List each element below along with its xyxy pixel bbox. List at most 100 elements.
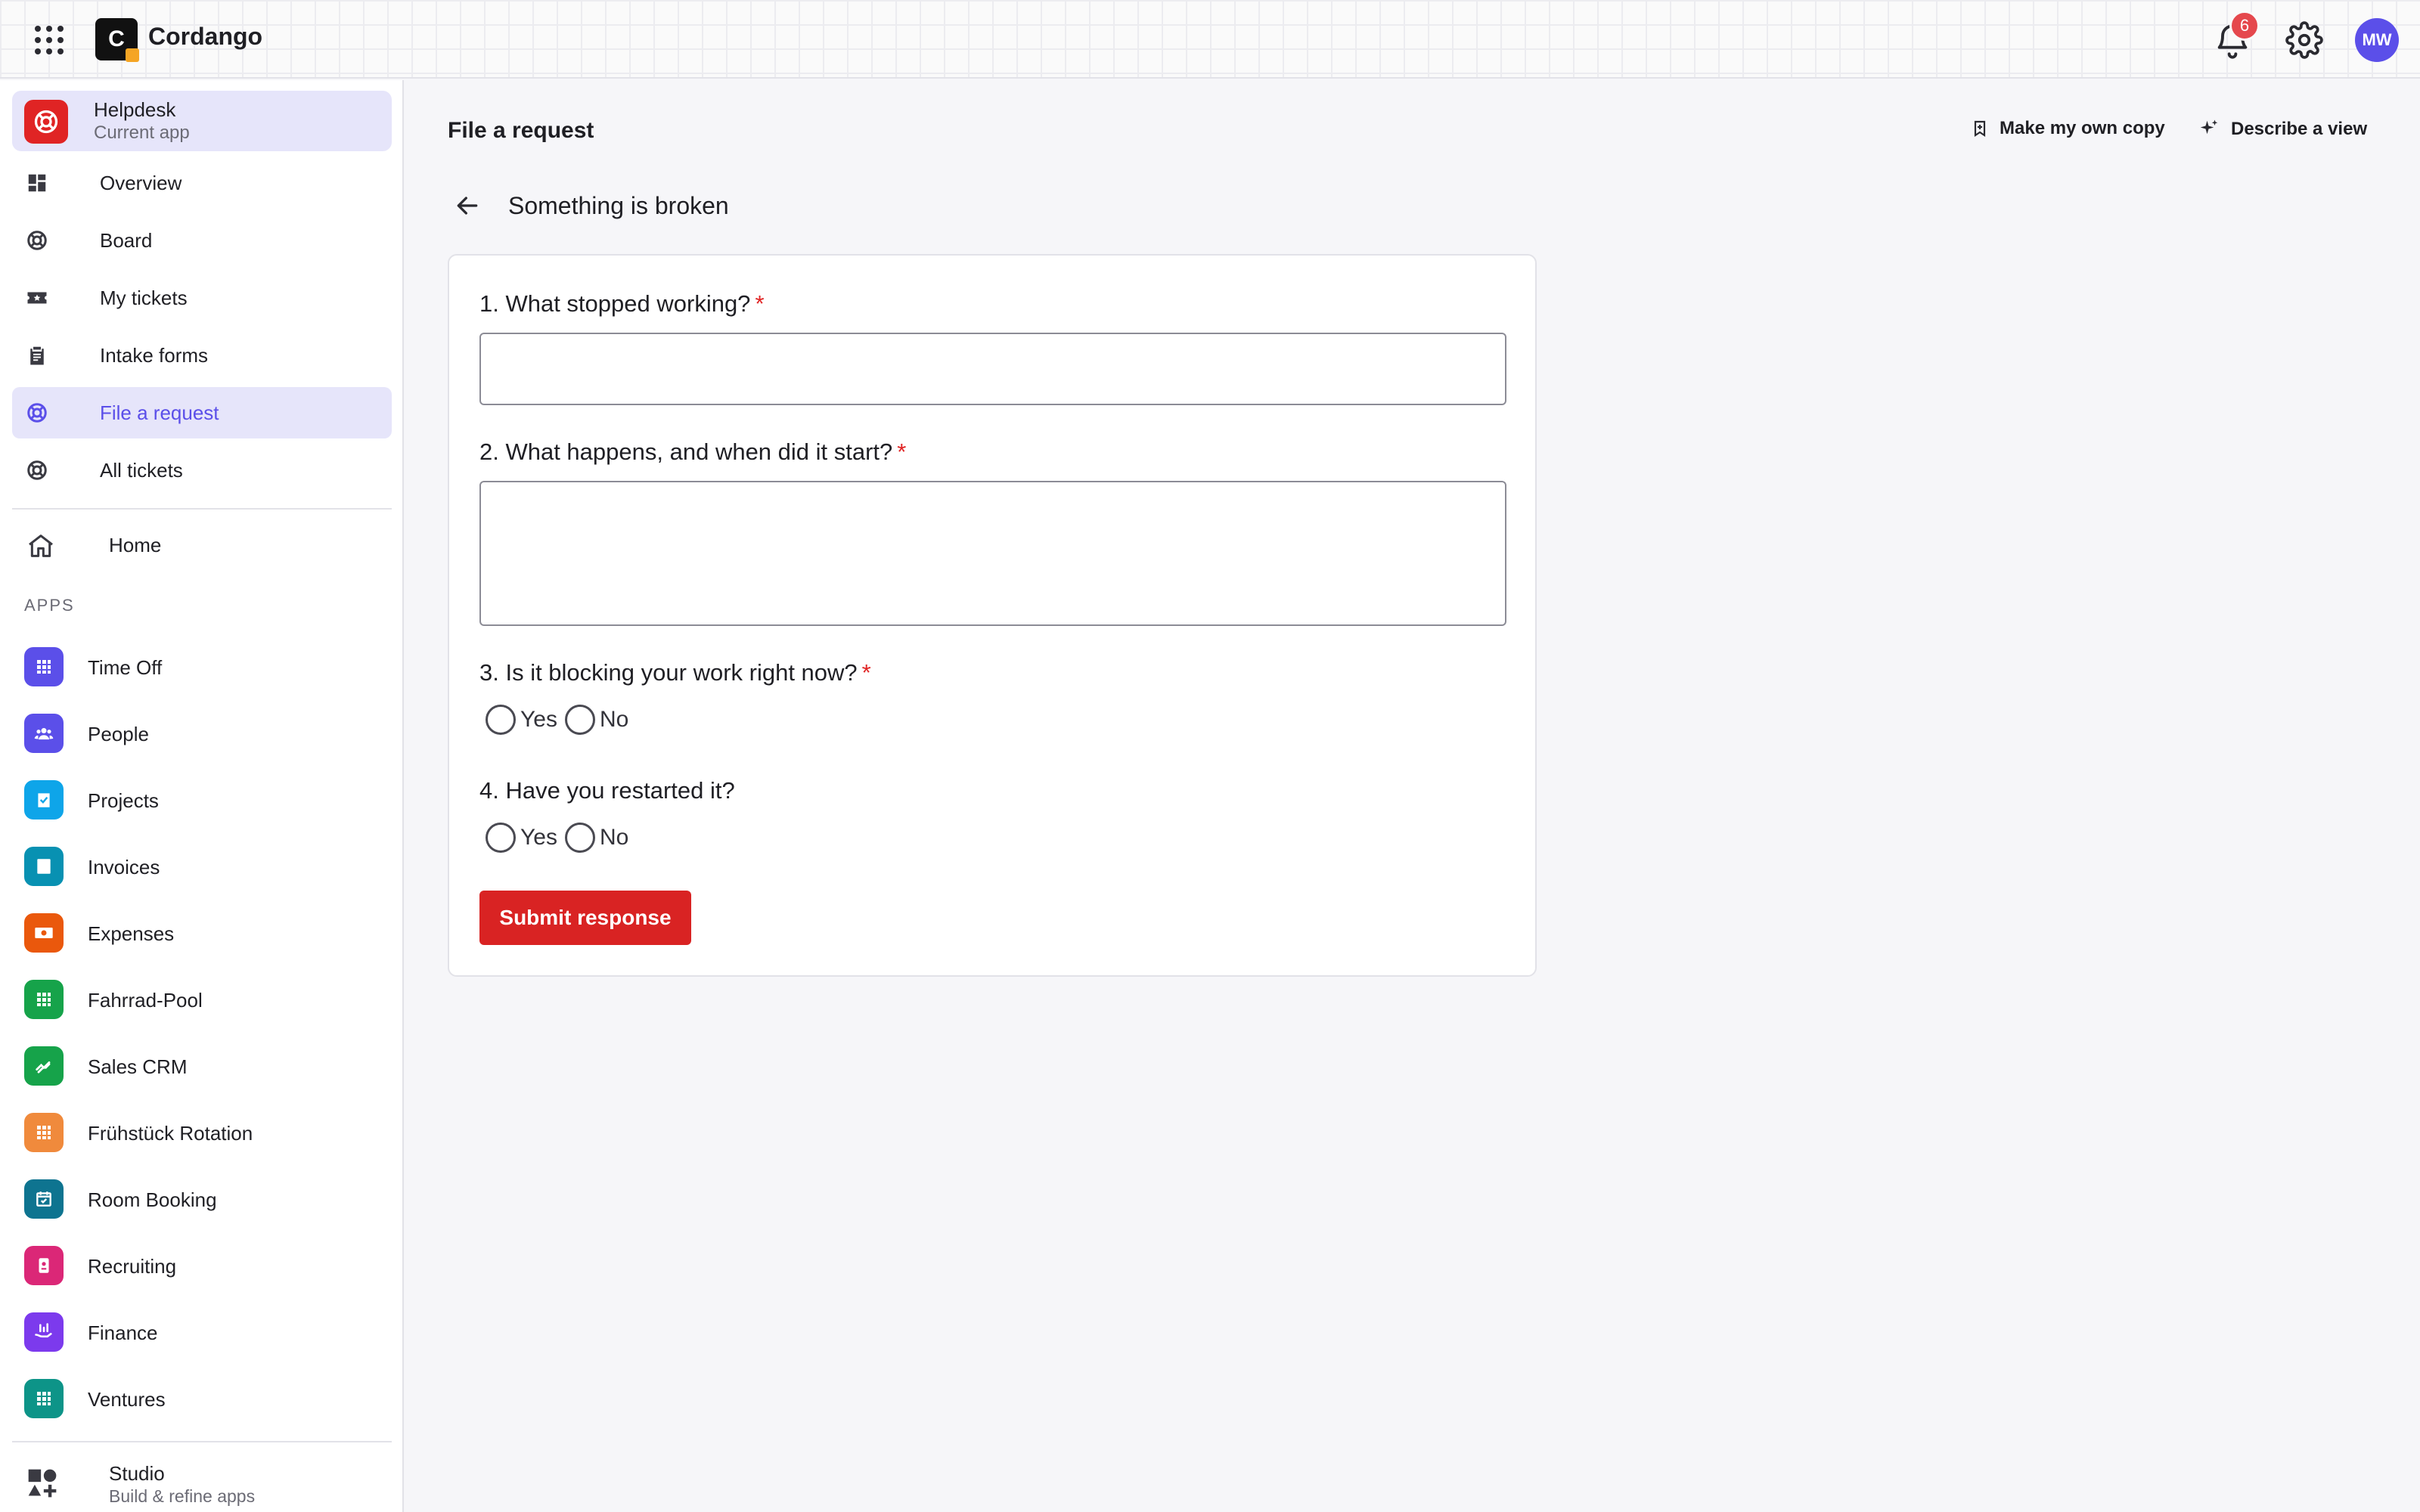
app-label: Ventures [88, 1388, 166, 1411]
app-time-off[interactable]: Time Off [12, 640, 392, 694]
app-expenses[interactable]: Expenses [12, 906, 392, 960]
bookmark-add-icon [1974, 120, 1986, 138]
cash-icon [24, 913, 64, 953]
ticket-star-icon [27, 292, 47, 304]
option-label: Yes [520, 825, 557, 850]
app-ventures[interactable]: Ventures [12, 1371, 392, 1426]
lifebuoy-icon [27, 231, 47, 250]
app-label: Projects [88, 789, 159, 812]
nav-item-file-a-request[interactable]: File a request [12, 387, 392, 438]
describe-view-button[interactable]: Describe a view [2198, 118, 2367, 141]
app-invoices[interactable]: Invoices [12, 839, 392, 894]
question-4-label: 4. Have you restarted it? [479, 777, 735, 804]
option-label: No [599, 825, 629, 850]
required-mark: * [897, 438, 907, 465]
required-mark: * [861, 659, 871, 686]
sparkle-icon [2200, 119, 2218, 135]
nav-item-label: Intake forms [100, 343, 209, 367]
question-1-input[interactable] [479, 333, 1506, 405]
question-2-textarea[interactable] [479, 481, 1506, 626]
nav-item-home[interactable]: Home [12, 519, 392, 570]
app-label: Room Booking [88, 1188, 217, 1211]
handshake-icon [24, 1046, 64, 1086]
app-recruiting[interactable]: Recruiting [12, 1238, 392, 1293]
app-finance[interactable]: Finance [12, 1305, 392, 1359]
question-2-label: 2. What happens, and when did it start? * [479, 438, 906, 466]
question-3-option-yes[interactable]: Yes [486, 705, 557, 735]
grid-icon [24, 647, 64, 686]
form-title: Something is broken [508, 191, 729, 219]
app-fruehstueck-rotation[interactable]: Frühstück Rotation [12, 1105, 392, 1160]
radio-button[interactable] [564, 705, 595, 735]
grid-icon [24, 1113, 64, 1152]
question-2-text: 2. What happens, and when did it start? [479, 438, 893, 465]
radio-button[interactable] [486, 823, 516, 853]
document-icon [24, 847, 64, 886]
grid-icon [24, 1379, 64, 1418]
app-label: Recruiting [88, 1255, 177, 1278]
question-3-options: Yes No [486, 705, 636, 735]
required-mark: * [755, 290, 765, 317]
app-projects[interactable]: Projects [12, 773, 392, 827]
option-label: Yes [520, 707, 557, 732]
nav-item-label: All tickets [100, 458, 183, 482]
current-app-switcher[interactable]: Helpdesk Current app [12, 91, 392, 151]
radio-button[interactable] [486, 705, 516, 735]
question-1-text: 1. What stopped working? [479, 290, 751, 317]
lifebuoy-icon [24, 100, 68, 144]
home-icon [29, 534, 53, 557]
studio-subtitle: Build & refine apps [109, 1486, 256, 1506]
app-sales-crm[interactable]: Sales CRM [12, 1039, 392, 1093]
gear-icon[interactable] [2285, 21, 2323, 59]
nav-item-board[interactable]: Board [12, 215, 392, 266]
app-fahrrad-pool[interactable]: Fahrrad-Pool [12, 972, 392, 1027]
question-4-text: 4. Have you restarted it? [479, 777, 735, 804]
nav-item-label: File a request [100, 401, 219, 424]
nav-item-label: Board [100, 228, 153, 252]
app-launcher-icon[interactable] [33, 24, 64, 54]
user-avatar[interactable]: MW [2355, 18, 2399, 62]
arrow-left-icon[interactable] [452, 191, 482, 221]
nav-item-intake-forms[interactable]: Intake forms [12, 330, 392, 381]
app-label: People [88, 723, 149, 745]
grid-icon [24, 980, 64, 1019]
dashboard-icon [28, 174, 46, 192]
sidebar: Helpdesk Current app Overview Board My t… [0, 80, 404, 1512]
question-3-label: 3. Is it blocking your work right now? * [479, 659, 871, 686]
app-people[interactable]: People [12, 706, 392, 761]
question-3-option-no[interactable]: No [564, 705, 629, 735]
nav-item-studio[interactable]: Studio Build & refine apps [12, 1441, 392, 1509]
make-copy-button[interactable]: Make my own copy [1971, 118, 2165, 139]
app-label: Fahrrad-Pool [88, 989, 203, 1012]
make-copy-label: Make my own copy [2000, 118, 2165, 138]
brand-logo[interactable]: C [95, 18, 139, 62]
nav-item-my-tickets[interactable]: My tickets [12, 272, 392, 324]
shapes-icon [28, 1469, 57, 1498]
clipboard-icon [30, 346, 44, 365]
app-label: Frühstück Rotation [88, 1122, 253, 1145]
radio-button[interactable] [564, 823, 595, 853]
app-label: Expenses [88, 922, 175, 945]
top-bar: C Cordango 6 MW [0, 0, 2420, 79]
submit-response-button[interactable]: Submit response [479, 891, 691, 945]
question-4-option-no[interactable]: No [564, 823, 629, 853]
nav-item-label: My tickets [100, 286, 188, 309]
form-header: Something is broken [448, 189, 729, 222]
logo-letter: C [108, 26, 125, 51]
app-label: Sales CRM [88, 1055, 188, 1078]
current-app-name: Helpdesk [94, 98, 176, 121]
studio-label: Studio [109, 1462, 165, 1485]
describe-view-label: Describe a view [2231, 119, 2368, 139]
nav-item-all-tickets[interactable]: All tickets [12, 445, 392, 496]
app-room-booking[interactable]: Room Booking [12, 1172, 392, 1226]
question-1-label: 1. What stopped working? * [479, 290, 765, 318]
lifebuoy-icon [27, 403, 47, 423]
option-label: No [599, 707, 629, 732]
notification-badge: 6 [2229, 11, 2260, 41]
nav-item-overview[interactable]: Overview [12, 157, 392, 209]
question-3-text: 3. Is it blocking your work right now? [479, 659, 858, 686]
lifebuoy-icon [27, 460, 47, 480]
question-4-options: Yes No [486, 823, 636, 853]
badge-icon [24, 1246, 64, 1285]
question-4-option-yes[interactable]: Yes [486, 823, 557, 853]
